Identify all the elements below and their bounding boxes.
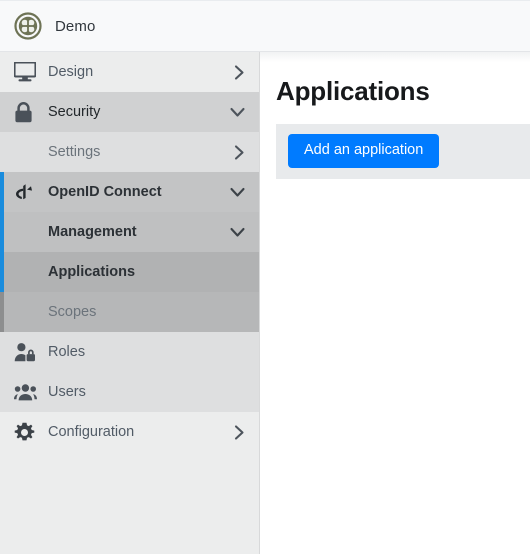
- sidebar-empty-space: [0, 452, 259, 554]
- openid-icon: [14, 182, 40, 202]
- lock-icon: [14, 101, 40, 123]
- people-group-icon: [14, 383, 40, 401]
- sidebar-item-label: Design: [48, 64, 94, 80]
- active-accent-bar: [0, 292, 4, 332]
- sidebar-item-label: Roles: [48, 344, 86, 360]
- chevron-down-icon: [230, 187, 245, 198]
- active-accent-bar: [0, 332, 4, 372]
- sidebar-item-management[interactable]: Management: [0, 212, 259, 252]
- sidebar-item-label: Settings: [48, 144, 101, 160]
- active-accent-bar: [0, 92, 4, 132]
- page-title: Applications: [276, 76, 430, 106]
- sidebar-item-label: Management: [48, 224, 137, 240]
- sidebar-navigation: Design Security Settings OpenID Connect …: [0, 52, 260, 554]
- active-accent-bar: [0, 412, 4, 452]
- add-an-application-button[interactable]: Add an application: [288, 134, 440, 168]
- chevron-down-icon: [230, 107, 245, 118]
- sidebar-item-design[interactable]: Design: [0, 52, 259, 92]
- chevron-right-icon: [234, 64, 245, 80]
- sidebar-item-users[interactable]: Users: [0, 372, 259, 412]
- active-accent-bar: [0, 132, 4, 172]
- sidebar-item-openid-connect[interactable]: OpenID Connect: [0, 172, 259, 212]
- active-accent-bar: [0, 372, 4, 412]
- clover-circle-logo-icon: [14, 12, 42, 40]
- active-accent-bar: [0, 252, 4, 292]
- sidebar-item-security[interactable]: Security: [0, 92, 259, 132]
- sidebar-item-configuration[interactable]: Configuration: [0, 412, 259, 452]
- chevron-right-icon: [234, 144, 245, 160]
- sidebar-item-scopes[interactable]: Scopes: [0, 292, 259, 332]
- chevron-down-icon: [230, 227, 245, 238]
- sidebar-item-applications[interactable]: Applications: [0, 252, 259, 292]
- sidebar-item-roles[interactable]: Roles: [0, 332, 259, 372]
- sidebar-item-label: OpenID Connect: [48, 184, 162, 200]
- sidebar-item-label: Configuration: [48, 424, 135, 440]
- monitor-icon: [14, 62, 40, 82]
- action-toolbar-panel: Add an application: [276, 124, 530, 179]
- brand-title: Demo: [55, 17, 96, 35]
- sidebar-item-label: Users: [48, 384, 86, 400]
- main-body: Design Security Settings OpenID Connect …: [0, 52, 530, 554]
- content-top-gradient: [260, 52, 530, 62]
- sidebar-item-settings[interactable]: Settings: [0, 132, 259, 172]
- sidebar-item-label: Security: [48, 104, 101, 120]
- sidebar-item-label: Scopes: [48, 304, 97, 320]
- application-window: Demo Design Security Settings OpenID Con…: [0, 0, 530, 554]
- main-content-area: Applications Add an application: [260, 52, 530, 554]
- active-accent-bar: [0, 52, 4, 92]
- sidebar-item-label: Applications: [48, 264, 136, 280]
- top-header-bar: Demo: [0, 0, 530, 52]
- gear-icon: [14, 422, 40, 443]
- active-accent-bar: [0, 212, 4, 252]
- active-accent-bar: [0, 172, 4, 212]
- chevron-right-icon: [234, 424, 245, 440]
- person-lock-icon: [14, 342, 40, 362]
